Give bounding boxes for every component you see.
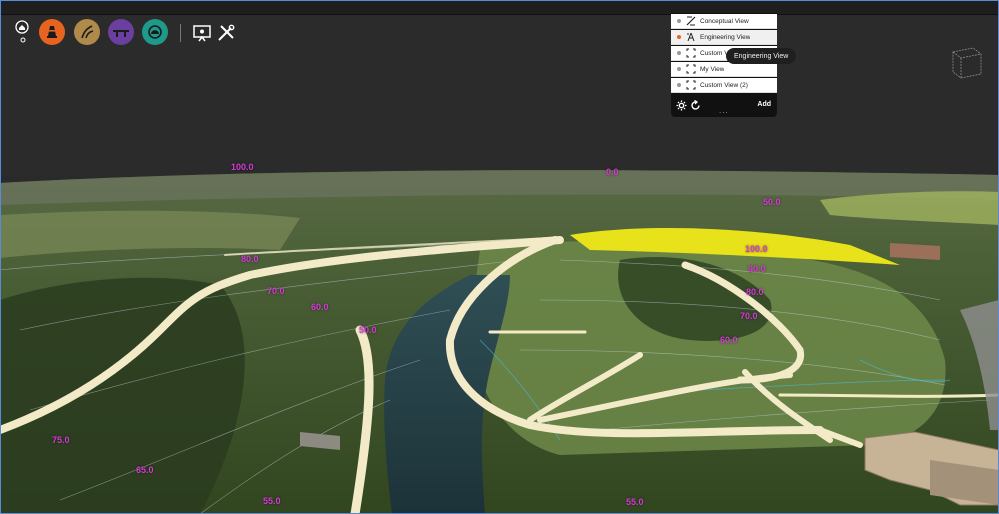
view-status-dot (677, 67, 681, 71)
engineering-view-icon (687, 32, 695, 42)
refresh-icon[interactable] (690, 100, 701, 111)
views-panel-footer: Add ... (671, 95, 777, 117)
add-view-button[interactable]: Add (757, 101, 771, 108)
3d-viewport[interactable]: 100.0 0.0 50.0 100.0 90.0 80.0 80.0 70.0… (0, 0, 999, 514)
toolbar-divider (180, 24, 181, 42)
view-status-dot (677, 19, 681, 23)
view-label: Conceptual View (700, 17, 749, 25)
view-label: Engineering View (700, 33, 751, 41)
custom-view-icon (686, 64, 696, 74)
alignment-tool-button[interactable] (74, 19, 100, 45)
top-bar (0, 0, 999, 15)
contour-label: 75.0 (52, 435, 70, 445)
contour-label: 80.0 (241, 254, 259, 264)
contour-label: 90.0 (748, 264, 766, 274)
more-options-button[interactable]: ... (719, 107, 729, 115)
custom-view-icon (686, 48, 696, 58)
view-cube-icon[interactable] (945, 44, 985, 80)
alignment-icon (81, 25, 94, 39)
custom-view-icon (686, 80, 696, 90)
view-label: My View (700, 65, 725, 73)
view-status-dot (677, 83, 681, 87)
contour-label: 70.0 (267, 286, 285, 296)
tools-icon[interactable] (216, 23, 236, 43)
contour-label: 50.0 (763, 197, 781, 207)
view-item-engineering[interactable]: Engineering View (671, 30, 777, 45)
conceptual-view-icon (686, 16, 696, 26)
road-tool-button[interactable] (39, 19, 65, 45)
view-label: Custom View (2) (700, 81, 748, 89)
contour-label: 55.0 (263, 496, 281, 506)
view-item-my-view[interactable]: My View (671, 62, 777, 77)
home-icon[interactable] (15, 20, 31, 44)
view-status-dot (677, 35, 681, 39)
bridge-icon (113, 30, 129, 37)
terrain-scene[interactable] (0, 0, 999, 514)
tunnel-icon (148, 25, 162, 39)
views-panel: Conceptual View Engineering View Custom … (671, 13, 777, 117)
view-status-dot (677, 51, 681, 55)
contour-label: 65.0 (136, 465, 154, 475)
contour-label: 100.0 (231, 162, 254, 172)
tooltip: Engineering View (726, 48, 797, 64)
contour-label: 55.0 (626, 497, 644, 507)
tunnel-tool-button[interactable] (142, 19, 168, 45)
contour-label: 70.0 (740, 311, 758, 321)
gear-icon[interactable] (676, 100, 687, 111)
road-cone-icon (47, 26, 57, 38)
bridge-tool-button[interactable] (108, 19, 134, 45)
view-item-conceptual[interactable]: Conceptual View (671, 14, 777, 29)
present-icon[interactable] (192, 23, 212, 43)
contour-label: 60.0 (720, 335, 738, 345)
contour-label: 50.0 (359, 325, 377, 335)
contour-label: 80.0 (746, 287, 764, 297)
contour-label: 0.0 (606, 167, 619, 177)
contour-label: 60.0 (311, 302, 329, 312)
woodland-left (0, 277, 245, 514)
contour-label: 100.0 (745, 244, 768, 254)
view-item-custom-2[interactable]: Custom View (2) (671, 78, 777, 93)
